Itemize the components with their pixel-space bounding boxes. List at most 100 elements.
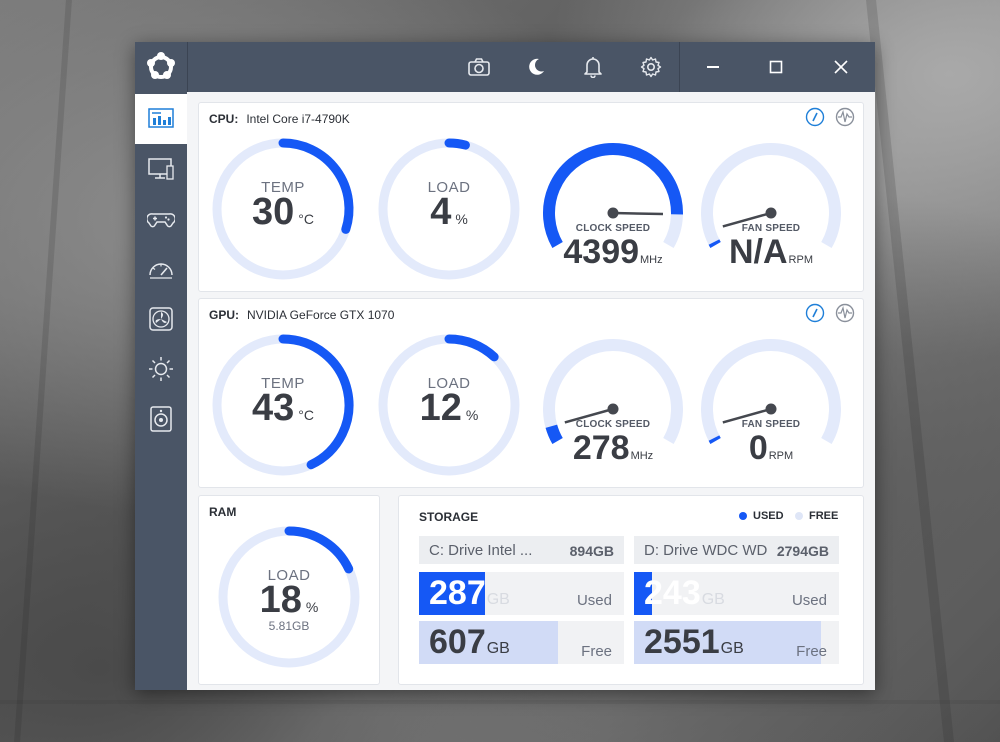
speaker-icon xyxy=(150,406,172,432)
gauge-view-icon[interactable] xyxy=(805,303,825,323)
screenshot-button[interactable] xyxy=(451,42,507,92)
cpu-temp-value: 30 °C xyxy=(252,191,314,233)
sidebar-item-monitor[interactable] xyxy=(135,144,187,194)
needle-hub xyxy=(765,403,777,415)
dashboard-icon xyxy=(148,108,174,128)
gpu-load-value: 12% xyxy=(419,387,479,429)
ram-used-amount: 5.81GB xyxy=(268,619,310,633)
cpu-label: CPU: xyxy=(209,112,239,126)
drive-d-free-value: 2551GB xyxy=(644,623,744,661)
close-icon xyxy=(834,60,848,74)
drive-c-free-label: Free xyxy=(581,643,612,660)
moon-icon xyxy=(529,58,544,75)
cpu-clock-gauge: CLOCK SPEED 4399MHz xyxy=(539,127,687,275)
needle-hub xyxy=(765,207,777,219)
fan-icon xyxy=(149,307,173,331)
drive-c-used-bar: 287GB Used xyxy=(419,572,624,615)
drive-c-free-bar: 607GB Free xyxy=(419,621,624,664)
gpu-fan-value: 0RPM xyxy=(748,429,794,467)
close-button[interactable] xyxy=(813,42,869,92)
drive-d-header: D: Drive WDC WD 2794GB xyxy=(634,536,839,564)
cpu-clock-needle xyxy=(612,211,664,216)
cpu-title: CPU: Intel Core i7-4790K xyxy=(209,112,350,126)
gpu-temp-ring: TEMP 43 °C xyxy=(209,331,357,479)
sun-icon xyxy=(149,357,173,381)
storage-title: STORAGE xyxy=(419,510,479,524)
camera-icon xyxy=(468,58,490,76)
legend-used: USED xyxy=(739,510,784,522)
cpu-panel: CPU: Intel Core i7-4790K TEMP 30 °C LOAD… xyxy=(198,102,864,292)
maximize-button[interactable] xyxy=(748,42,804,92)
graph-view-icon[interactable] xyxy=(835,107,855,127)
drive-c-header: C: Drive Intel ... 894GB xyxy=(419,536,624,564)
gpu-temp-value: 43 °C xyxy=(252,387,314,429)
ram-load-arc xyxy=(284,526,354,574)
gpu-label: GPU: xyxy=(209,308,239,322)
drive-d-size: 2794GB xyxy=(776,543,829,559)
drive-c-free-value: 607GB xyxy=(429,623,510,661)
ram-title: RAM xyxy=(209,505,237,519)
gear-icon xyxy=(640,56,662,78)
gpu-panel: GPU: NVIDIA GeForce GTX 1070 TEMP 43°C xyxy=(198,298,864,488)
logo-area xyxy=(135,42,188,92)
gamepad-icon xyxy=(147,213,175,228)
gauge-view-icon[interactable] xyxy=(805,107,825,127)
gpu-fan-gauge: FAN SPEED 0RPM xyxy=(697,323,845,471)
gpu-name: NVIDIA GeForce GTX 1070 xyxy=(247,308,395,322)
ram-load-value: 18% xyxy=(259,579,319,621)
cpu-load-ring: LOAD 4% xyxy=(375,135,523,283)
cpu-fan-value: N/ARPM xyxy=(728,233,813,271)
minimize-icon xyxy=(707,66,719,68)
drive-d-used-label: Used xyxy=(791,592,827,609)
cpu-temp-ring: TEMP 30 °C xyxy=(209,135,357,283)
legend-used-dot xyxy=(739,512,747,520)
gpu-clock-gauge: CLOCK SPEED 278MHz xyxy=(539,323,687,471)
cpu-name: Intel Core i7-4790K xyxy=(246,112,350,126)
monitor-icon xyxy=(148,158,174,180)
graph-view-icon[interactable] xyxy=(835,303,855,323)
drive-d-free-bar: 2551GB Free xyxy=(634,621,839,664)
title-bar xyxy=(135,42,875,92)
gpu-load-ring: LOAD 12% xyxy=(375,331,523,479)
needle-hub xyxy=(607,207,619,219)
needle-hub xyxy=(607,403,619,415)
title-separator xyxy=(679,42,680,92)
cpu-load-value: 4% xyxy=(430,191,468,233)
sidebar-item-lighting[interactable] xyxy=(135,344,187,394)
cpu-clock-value: 4399MHz xyxy=(563,233,663,271)
app-window: CPU: Intel Core i7-4790K TEMP 30 °C LOAD… xyxy=(135,42,875,690)
maximize-icon xyxy=(769,60,783,74)
sidebar-item-audio[interactable] xyxy=(135,394,187,444)
gpu-load-arc xyxy=(444,334,499,362)
dashboard-content: CPU: Intel Core i7-4790K TEMP 30 °C LOAD… xyxy=(187,92,875,690)
sidebar-item-performance[interactable] xyxy=(135,244,187,294)
drive-d-used-bar: 243GB Used xyxy=(634,572,839,615)
drive-d-used-value: 243GB xyxy=(644,574,725,612)
drive-d-name: D: Drive WDC WD xyxy=(644,542,768,559)
settings-button[interactable] xyxy=(623,42,679,92)
drive-d-free-label: Free xyxy=(796,643,827,660)
ram-panel: RAM LOAD 18% 5.81GB xyxy=(198,495,380,685)
speedometer-icon xyxy=(149,263,173,279)
cpu-fan-gauge: FAN SPEED N/ARPM xyxy=(697,127,845,275)
storage-panel: STORAGE USED FREE C: Drive Intel ... 894… xyxy=(398,495,864,685)
sidebar-item-fans[interactable] xyxy=(135,294,187,344)
app-logo-icon xyxy=(147,52,175,79)
night-mode-button[interactable] xyxy=(508,42,564,92)
minimize-button[interactable] xyxy=(685,42,741,92)
cpu-load-arc xyxy=(444,138,470,150)
drive-c-used-value: 287GB xyxy=(429,574,510,612)
drive-c-used-label: Used xyxy=(576,592,612,609)
gpu-title: GPU: NVIDIA GeForce GTX 1070 xyxy=(209,308,394,322)
gpu-clock-value: 278MHz xyxy=(572,429,654,467)
bell-icon xyxy=(584,57,602,78)
sidebar-item-games[interactable] xyxy=(135,194,187,244)
sidebar-item-dashboard[interactable] xyxy=(135,94,187,144)
legend-free: FREE xyxy=(795,510,838,522)
legend-free-dot xyxy=(795,512,803,520)
notifications-button[interactable] xyxy=(565,42,621,92)
drive-c-name: C: Drive Intel ... xyxy=(429,542,533,559)
drive-c-size: 894GB xyxy=(569,543,614,559)
sidebar xyxy=(135,92,187,690)
ram-load-ring: LOAD 18% 5.81GB xyxy=(215,523,363,671)
